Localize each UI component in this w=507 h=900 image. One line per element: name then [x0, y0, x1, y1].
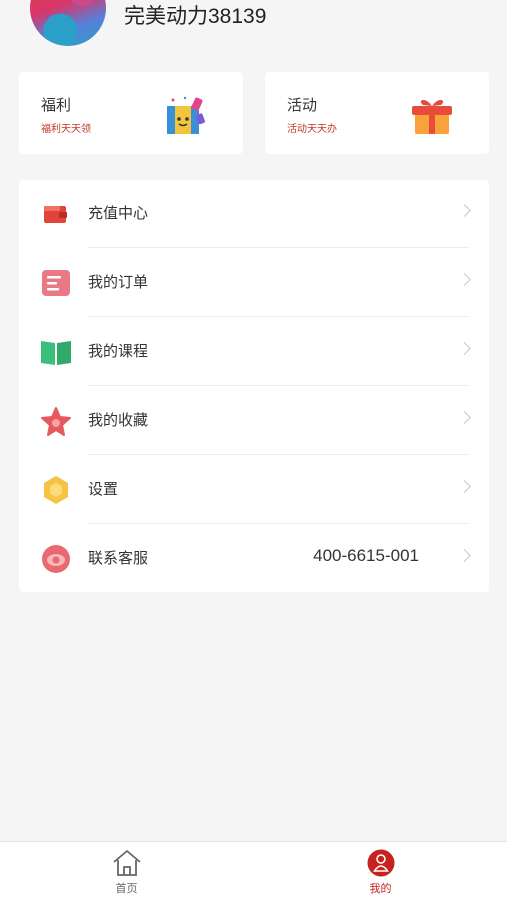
- phone-number[interactable]: 400-6615-001: [313, 546, 419, 566]
- avatar[interactable]: [30, 0, 106, 46]
- star-icon: [39, 405, 73, 437]
- tab-label: 首页: [115, 882, 138, 895]
- divider: [88, 316, 469, 317]
- gift-box-character-icon: [163, 94, 209, 138]
- chevron-right-icon: [458, 204, 471, 217]
- menu-item-orders[interactable]: 我的订单: [19, 249, 489, 317]
- activities-card[interactable]: 活动 活动天天办: [265, 72, 489, 154]
- menu-item-label: 我的课程: [88, 342, 149, 360]
- menu-item-label: 我的订单: [88, 273, 149, 291]
- divider: [88, 454, 469, 455]
- tab-mine[interactable]: 我的: [254, 842, 507, 900]
- menu-item-courses[interactable]: 我的课程: [19, 318, 489, 386]
- home-icon: [111, 849, 143, 877]
- activities-title: 活动: [287, 96, 318, 114]
- chevron-right-icon: [458, 480, 471, 493]
- menu-item-favorites[interactable]: 我的收藏: [19, 387, 489, 455]
- bottom-tab-bar: 首页 我的: [0, 841, 507, 900]
- benefits-subtitle: 福利天天领: [41, 124, 91, 135]
- wallet-icon: [39, 198, 73, 230]
- feature-cards: 福利 福利天天领 活动 活动天天办: [19, 72, 489, 154]
- divider: [88, 385, 469, 386]
- chevron-right-icon: [458, 549, 471, 562]
- menu-item-customer-service[interactable]: 联系客服 400-6615-001: [19, 525, 489, 593]
- tab-label: 我的: [369, 882, 392, 895]
- chevron-right-icon: [458, 273, 471, 286]
- username: 完美动力38139: [124, 5, 267, 28]
- order-icon: [39, 267, 73, 299]
- divider: [88, 247, 469, 248]
- user-icon: [365, 849, 397, 877]
- activities-subtitle: 活动天天办: [287, 124, 337, 135]
- menu-item-label: 充值中心: [88, 204, 149, 222]
- book-icon: [39, 336, 73, 368]
- menu-item-label: 我的收藏: [88, 411, 149, 429]
- benefits-card[interactable]: 福利 福利天天领: [19, 72, 243, 154]
- menu-item-recharge[interactable]: 充值中心: [19, 180, 489, 248]
- chevron-right-icon: [458, 411, 471, 424]
- profile-header: 完美动力38139: [0, 0, 507, 60]
- menu-list: 充值中心 我的订单 我的课程 我的收藏 设置 联系客服 400-6615-001: [19, 180, 489, 592]
- settings-hexagon-icon: [39, 474, 73, 506]
- menu-item-label: 设置: [88, 480, 119, 498]
- customer-service-icon: [39, 543, 73, 575]
- gift-icon: [409, 94, 455, 138]
- menu-item-label: 联系客服: [88, 549, 149, 567]
- divider: [88, 523, 469, 524]
- menu-item-settings[interactable]: 设置: [19, 456, 489, 524]
- chevron-right-icon: [458, 342, 471, 355]
- tab-home[interactable]: 首页: [0, 842, 253, 900]
- benefits-title: 福利: [41, 96, 72, 114]
